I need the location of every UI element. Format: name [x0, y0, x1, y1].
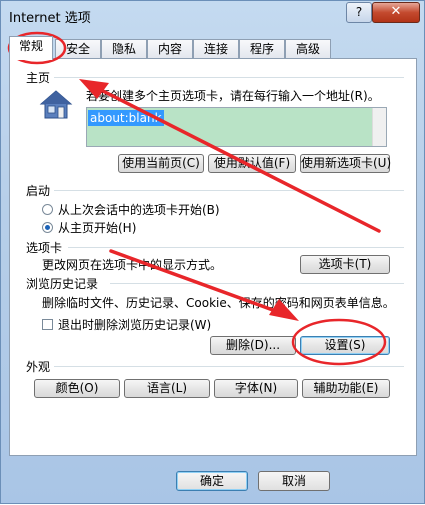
internet-options-dialog: Internet 选项 ? ✕ 常规 安全 隐私 内容 连接 程序 高级 主页 … — [0, 0, 425, 504]
red-annotation-overlay — [7, 31, 387, 366]
tab-general[interactable]: 常规 — [9, 36, 53, 60]
settings-button-highlight-circle — [291, 318, 387, 366]
arrow-head-settings — [269, 299, 299, 321]
arrow-to-general-tab — [97, 87, 381, 233]
arrow-to-settings — [109, 249, 283, 315]
arrow-head-general — [79, 79, 109, 99]
